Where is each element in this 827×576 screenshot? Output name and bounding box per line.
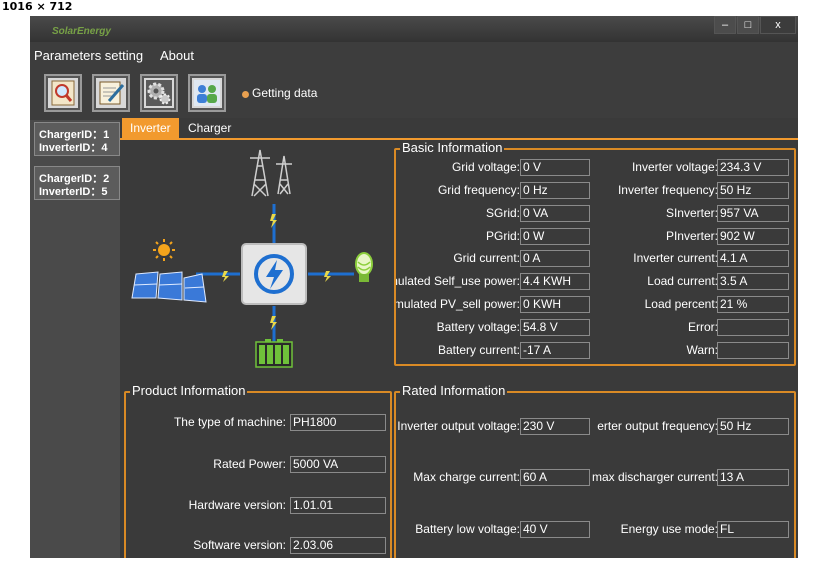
machine-type-value: PH1800 — [290, 414, 386, 431]
battery-low-voltage-value: 40 V — [520, 521, 590, 538]
rated-power-value: 5000 VA — [290, 456, 386, 473]
device-card-1[interactable]: ChargerID：1 InverterID：4 — [34, 122, 120, 156]
self-use-power-value: 4.4 KWH — [520, 273, 590, 290]
rated-information-fields: Inverter output voltage: 230 V Max charg… — [396, 393, 794, 558]
notes-button[interactable] — [92, 74, 130, 112]
inverter-voltage-label: Inverter voltage: — [631, 160, 718, 174]
error-label: Error: — [688, 320, 718, 334]
search-button[interactable] — [44, 74, 82, 112]
inverter-voltage-value: 234.3 V — [717, 159, 789, 176]
settings-button[interactable] — [140, 74, 178, 112]
basic-information-group: Basic Information Grid voltage: 0 V Grid… — [394, 140, 796, 366]
energy-use-mode-label: Energy use mode: — [620, 522, 718, 536]
inverter-output-frequency-value: 50 Hz — [717, 418, 789, 435]
energy-use-mode-value: FL — [717, 521, 789, 538]
product-information-group: Product Information The type of machine:… — [124, 383, 392, 558]
maximize-button[interactable]: □ — [737, 16, 759, 34]
software-version-value: 2.03.06 — [290, 537, 386, 554]
screenshot-dimension-label: 1016 × 712 — [0, 0, 75, 13]
load-current-value: 3.5 A — [717, 273, 789, 290]
users-button[interactable] — [188, 74, 226, 112]
warn-label: Warn: — [686, 343, 718, 357]
hardware-version-label: Hardware version: — [188, 498, 286, 512]
status-text: Getting data — [252, 86, 318, 100]
load-current-label: Load current: — [647, 274, 718, 288]
toolbar: Getting data — [30, 71, 798, 121]
product-information-title: Product Information — [130, 383, 248, 398]
battery-icon — [255, 339, 293, 368]
error-value — [717, 319, 789, 336]
inverter-output-voltage-label: Inverter output voltage: — [397, 419, 520, 433]
menu-parameters-setting[interactable]: Parameters setting — [34, 48, 143, 63]
battery-current-label: Battery current: — [437, 343, 520, 357]
pv-sell-power-value: 0 KWH — [520, 296, 590, 313]
sun-icon — [153, 239, 175, 261]
battery-low-voltage-label: Battery low voltage: — [415, 522, 520, 536]
basic-information-fields: Grid voltage: 0 V Grid frequency: 0 Hz S… — [396, 150, 794, 364]
pv-sell-power-label: mulated PV_sell power: — [396, 297, 520, 311]
close-button[interactable]: x — [760, 16, 796, 34]
warn-value — [717, 342, 789, 359]
search-icon — [51, 80, 75, 106]
tab-charger[interactable]: Charger — [180, 118, 239, 138]
main-content: Inverter Charger Basic Information Grid … — [120, 118, 798, 558]
inverter-current-label: Inverter current: — [633, 251, 718, 265]
inverter-lightning-icon — [241, 243, 307, 305]
load-percent-label: Load percent: — [644, 297, 718, 311]
title-bar: SolarEnergy – □ x — [30, 16, 798, 42]
machine-type-label: The type of machine: — [173, 415, 286, 429]
transmission-tower-icon — [250, 149, 292, 197]
inverter-frequency-value: 50 Hz — [717, 182, 789, 199]
pinverter-value: 902 W — [717, 228, 789, 245]
grid-current-label: Grid current: — [453, 251, 520, 265]
inverter-output-frequency-label: erter output frequency: — [597, 419, 718, 433]
software-version-label: Software version: — [193, 538, 286, 552]
app-window: SolarEnergy – □ x Parameters setting Abo… — [30, 16, 798, 558]
pinverter-label: PInverter: — [665, 229, 718, 243]
max-charge-current-value: 60 A — [520, 469, 590, 486]
inverter-id-label: InverterID：5 — [39, 186, 108, 198]
app-logo: SolarEnergy — [52, 26, 111, 37]
self-use-power-label: nulated Self_use power: — [396, 274, 520, 288]
grid-current-value: 0 A — [520, 250, 590, 267]
load-percent-value: 21 % — [717, 296, 789, 313]
max-charge-current-label: Max charge current: — [413, 470, 520, 484]
device-list-panel: ChargerID：1 InverterID：4 ChargerID：2 Inv… — [30, 120, 120, 558]
menu-bar: Parameters setting About — [30, 44, 798, 68]
inverter-id-label: InverterID：4 — [39, 142, 108, 154]
max-discharger-current-value: 13 A — [717, 469, 789, 486]
hardware-version-value: 1.01.01 — [290, 497, 386, 514]
grid-frequency-value: 0 Hz — [520, 182, 590, 199]
tab-inverter[interactable]: Inverter — [122, 118, 179, 138]
grid-frequency-label: Grid frequency: — [437, 183, 520, 197]
inverter-current-value: 4.1 A — [717, 250, 789, 267]
rated-power-label: Rated Power: — [213, 457, 286, 471]
users-icon — [194, 80, 220, 106]
battery-voltage-label: Battery voltage: — [436, 320, 520, 334]
inverter-frequency-label: Inverter frequency: — [617, 183, 718, 197]
settings-gear-icon — [146, 80, 172, 106]
light-bulb-icon — [355, 252, 373, 282]
sgrid-label: SGrid: — [485, 206, 520, 220]
inverter-output-voltage-value: 230 V — [520, 418, 590, 435]
pgrid-label: PGrid: — [485, 229, 520, 243]
rated-information-group: Rated Information Inverter output voltag… — [394, 383, 796, 558]
sinverter-value: 957 VA — [717, 205, 789, 222]
battery-current-value: -17 A — [520, 342, 590, 359]
sgrid-value: 0 VA — [520, 205, 590, 222]
status-indicator-dot — [242, 91, 249, 98]
battery-voltage-value: 54.8 V — [520, 319, 590, 336]
notepad-icon — [99, 81, 125, 105]
pgrid-value: 0 W — [520, 228, 590, 245]
solar-panel-icon — [131, 271, 207, 303]
energy-flow-diagram — [131, 149, 373, 368]
grid-voltage-value: 0 V — [520, 159, 590, 176]
menu-about[interactable]: About — [160, 48, 194, 63]
grid-voltage-label: Grid voltage: — [451, 160, 520, 174]
sinverter-label: SInverter: — [665, 206, 718, 220]
max-discharger-current-label: max discharger current: — [591, 470, 718, 484]
minimize-button[interactable]: – — [714, 16, 736, 34]
device-card-2[interactable]: ChargerID：2 InverterID：5 — [34, 166, 120, 200]
